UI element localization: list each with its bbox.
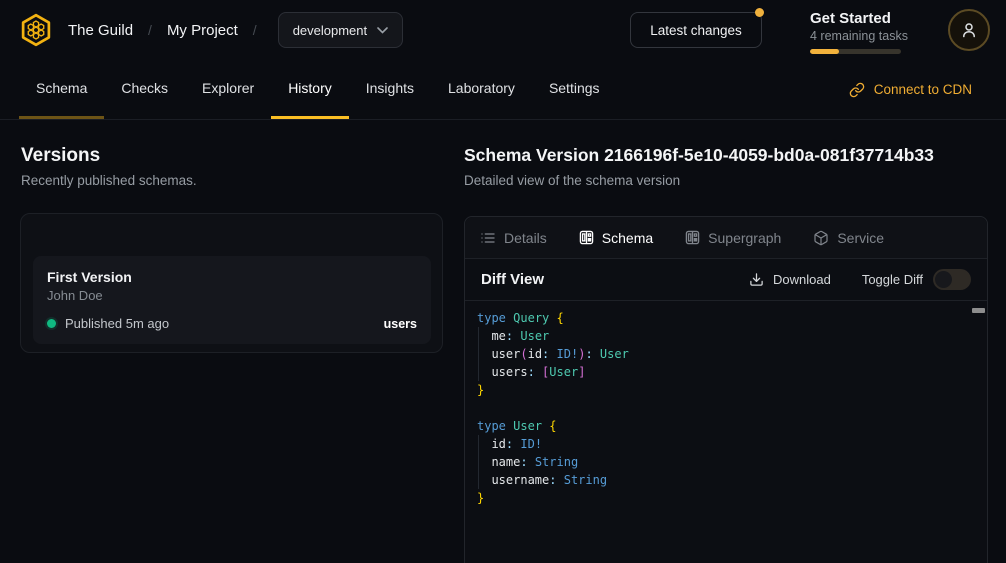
- app: The Guild / My Project / development Lat…: [0, 0, 1006, 563]
- tab-schema[interactable]: Schema: [19, 60, 104, 119]
- tab-details[interactable]: Details: [480, 230, 547, 246]
- chevron-down-icon: [377, 27, 388, 34]
- get-started-subtitle: 4 remaining tasks: [810, 28, 908, 44]
- tab-schema-detail[interactable]: Schema: [579, 230, 653, 246]
- toggle-diff-switch[interactable]: [933, 269, 971, 290]
- diff-view-title: Diff View: [481, 271, 544, 288]
- tab-laboratory[interactable]: Laboratory: [431, 60, 532, 119]
- scrollbar-thumb[interactable]: [972, 308, 985, 313]
- versions-subtitle: Recently published schemas.: [21, 173, 197, 188]
- breadcrumb-separator: /: [148, 22, 152, 38]
- version-service-badge: users: [384, 317, 417, 331]
- target-selector-value: development: [293, 23, 367, 38]
- tab-supergraph[interactable]: Supergraph: [685, 230, 781, 246]
- breadcrumb: The Guild / My Project / development: [68, 12, 403, 48]
- schema-version-title: Schema Version 2166196f-5e10-4059-bd0a-0…: [464, 145, 934, 166]
- notification-dot: [755, 8, 764, 17]
- get-started[interactable]: Get Started 4 remaining tasks: [810, 10, 908, 54]
- columns-icon: [685, 230, 700, 245]
- tab-service-label: Service: [837, 230, 884, 246]
- indent-guide: [478, 435, 479, 489]
- person-icon: [960, 21, 978, 39]
- get-started-title: Get Started: [810, 10, 908, 27]
- toggle-diff-label: Toggle Diff: [862, 272, 923, 287]
- published-status-dot: [47, 319, 56, 328]
- version-name: First Version: [47, 269, 417, 285]
- hive-logo-icon[interactable]: [18, 12, 54, 48]
- versions-title: Versions: [21, 145, 100, 167]
- code-block: type Query { me: User user(id: ID!): Use…: [477, 309, 975, 507]
- download-label: Download: [773, 272, 831, 287]
- target-selector[interactable]: development: [278, 12, 403, 48]
- progress-bar: [810, 49, 901, 54]
- breadcrumb-project[interactable]: My Project: [167, 22, 238, 39]
- switch-knob: [935, 271, 952, 288]
- avatar[interactable]: [948, 9, 990, 51]
- breadcrumb-separator: /: [253, 22, 257, 38]
- latest-changes-wrap: Latest changes: [630, 12, 762, 48]
- indent-guide: [478, 327, 479, 381]
- version-status: Published 5m ago: [65, 316, 169, 331]
- breadcrumb-org[interactable]: The Guild: [68, 22, 133, 39]
- version-status-row: Published 5m ago users: [47, 316, 417, 331]
- tab-insights[interactable]: Insights: [349, 60, 431, 119]
- versions-card: First Version John Doe Published 5m ago …: [20, 213, 443, 353]
- link-icon: [849, 82, 865, 98]
- tab-checks[interactable]: Checks: [104, 60, 185, 119]
- connect-to-cdn-link[interactable]: Connect to CDN: [849, 60, 972, 119]
- version-author: John Doe: [47, 288, 417, 303]
- main-nav: Schema Checks Explorer History Insights …: [0, 60, 1006, 120]
- tab-settings[interactable]: Settings: [532, 60, 617, 119]
- cube-icon: [813, 230, 829, 246]
- header: The Guild / My Project / development Lat…: [0, 0, 1006, 60]
- download-icon: [749, 272, 764, 287]
- tab-explorer[interactable]: Explorer: [185, 60, 271, 119]
- code-editor[interactable]: type Query { me: User user(id: ID!): Use…: [465, 301, 987, 563]
- list-icon: [480, 230, 496, 246]
- download-button[interactable]: Download: [749, 272, 831, 287]
- connect-to-cdn-label: Connect to CDN: [874, 82, 972, 97]
- tab-schema-label: Schema: [602, 230, 653, 246]
- diff-view-header: Diff View Download Toggle Diff: [465, 259, 987, 301]
- version-list-item[interactable]: First Version John Doe Published 5m ago …: [33, 256, 431, 344]
- detail-tab-bar: Details Schema: [465, 217, 987, 259]
- version-detail-panel: Details Schema: [464, 216, 988, 563]
- schema-version-subtitle: Detailed view of the schema version: [464, 173, 680, 188]
- tab-history[interactable]: History: [271, 60, 349, 119]
- tab-supergraph-label: Supergraph: [708, 230, 781, 246]
- columns-icon: [579, 230, 594, 245]
- tab-service[interactable]: Service: [813, 230, 884, 246]
- progress-fill: [810, 49, 839, 54]
- latest-changes-button[interactable]: Latest changes: [630, 12, 762, 48]
- tab-details-label: Details: [504, 230, 547, 246]
